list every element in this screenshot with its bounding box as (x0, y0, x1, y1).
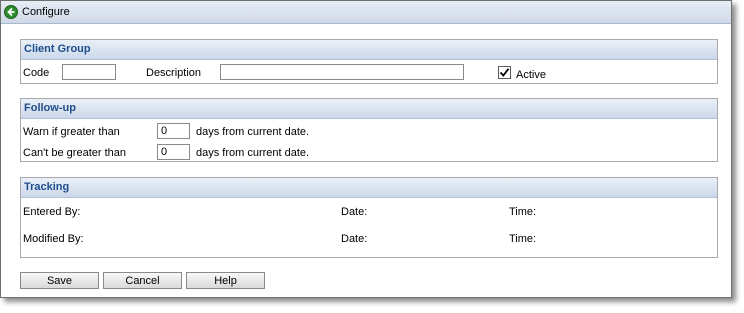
modified-date-label: Date: (341, 233, 368, 245)
max-days-input[interactable] (157, 144, 190, 160)
warn-label: Warn if greater than (23, 126, 120, 138)
back-arrow-icon[interactable] (4, 5, 18, 19)
checkmark-icon (499, 68, 510, 77)
code-input[interactable] (62, 64, 116, 80)
max-label: Can't be greater than (23, 147, 127, 159)
follow-up-section: Follow-up Warn if greater than days from… (20, 98, 718, 162)
warn-suffix: days from current date. (196, 126, 310, 138)
warn-days-input[interactable] (157, 123, 190, 139)
entered-time-label: Time: (509, 206, 537, 218)
save-button[interactable]: Save (20, 272, 99, 289)
window-title: Configure (22, 6, 70, 18)
help-button[interactable]: Help (186, 272, 265, 289)
code-label: Code (23, 67, 50, 79)
entered-date-label: Date: (341, 206, 368, 218)
tracking-header: Tracking (21, 178, 717, 198)
title-bar: Configure (1, 1, 731, 24)
active-label: Active (516, 69, 546, 81)
cancel-button[interactable]: Cancel (103, 272, 182, 289)
entered-by-label: Entered By: (23, 206, 81, 218)
client-group-section: Client Group Code Description Active (20, 39, 718, 84)
active-checkbox[interactable] (498, 66, 511, 79)
description-label: Description (146, 67, 202, 79)
modified-time-label: Time: (509, 233, 537, 245)
tracking-section: Tracking Entered By: Date: Time: Modifie… (20, 177, 718, 258)
follow-up-header: Follow-up (21, 99, 717, 119)
configure-window: Configure Client Group Code Description … (0, 0, 732, 298)
modified-by-label: Modified By: (23, 233, 84, 245)
description-input[interactable] (220, 64, 464, 80)
client-group-header: Client Group (21, 40, 717, 60)
max-suffix: days from current date. (196, 147, 310, 159)
